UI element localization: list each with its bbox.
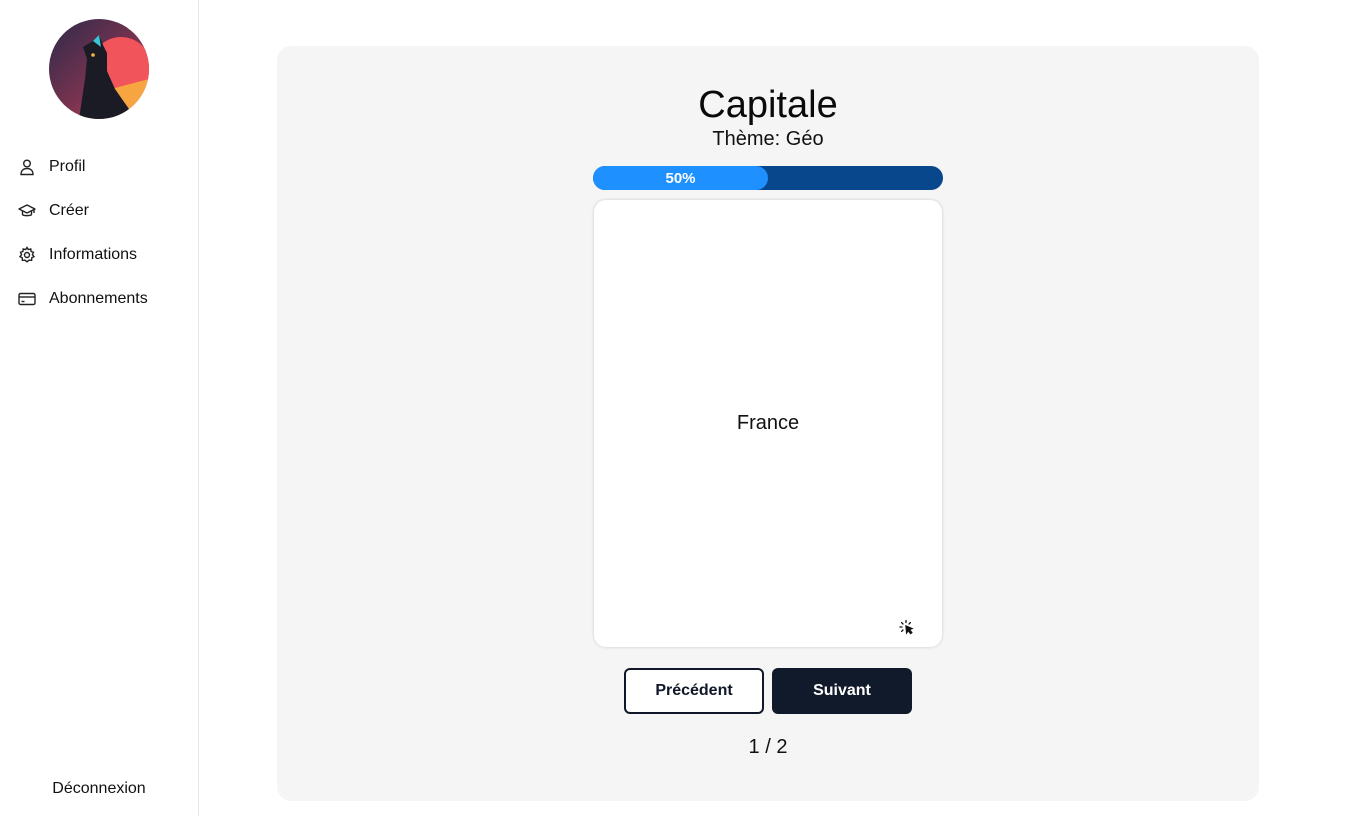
progress-fill: 50%: [593, 166, 768, 190]
sidebar-item-informations[interactable]: Informations: [0, 233, 198, 277]
card-counter: 1 / 2: [748, 736, 788, 758]
previous-button[interactable]: Précédent: [624, 668, 764, 714]
sidebar-item-profil[interactable]: Profil: [0, 145, 198, 189]
sidebar-item-label: Abonnements: [49, 290, 148, 307]
page-title: Capitale: [698, 84, 838, 126]
user-icon: [18, 158, 36, 176]
sidebar-nav: Profil Créer Informations Abonnements: [0, 145, 198, 321]
avatar[interactable]: [49, 19, 149, 119]
sidebar-item-creer[interactable]: Créer: [0, 189, 198, 233]
credit-card-icon: [18, 290, 36, 308]
flashcard-panel: Capitale Thème: Géo 50% France Précédent…: [277, 46, 1259, 801]
deck-theme: Thème: Géo: [712, 128, 824, 150]
logout-link[interactable]: Déconnexion: [0, 780, 198, 798]
progress-text: 50%: [665, 169, 696, 187]
sidebar-item-label: Informations: [49, 246, 138, 263]
sidebar-item-label: Créer: [49, 202, 90, 219]
flashcard-text: France: [736, 412, 800, 434]
progress-bar: 50%: [593, 166, 943, 190]
graduation-cap-icon: [18, 202, 36, 220]
flashcard[interactable]: France: [594, 200, 942, 647]
sidebar-item-label: Profil: [49, 158, 86, 175]
gear-icon: [18, 246, 36, 264]
click-pointer-icon: [898, 619, 916, 637]
next-button[interactable]: Suivant: [772, 668, 912, 714]
sidebar: Profil Créer Informations Abonnements Dé…: [0, 0, 199, 816]
sidebar-item-abonnements[interactable]: Abonnements: [0, 277, 198, 321]
